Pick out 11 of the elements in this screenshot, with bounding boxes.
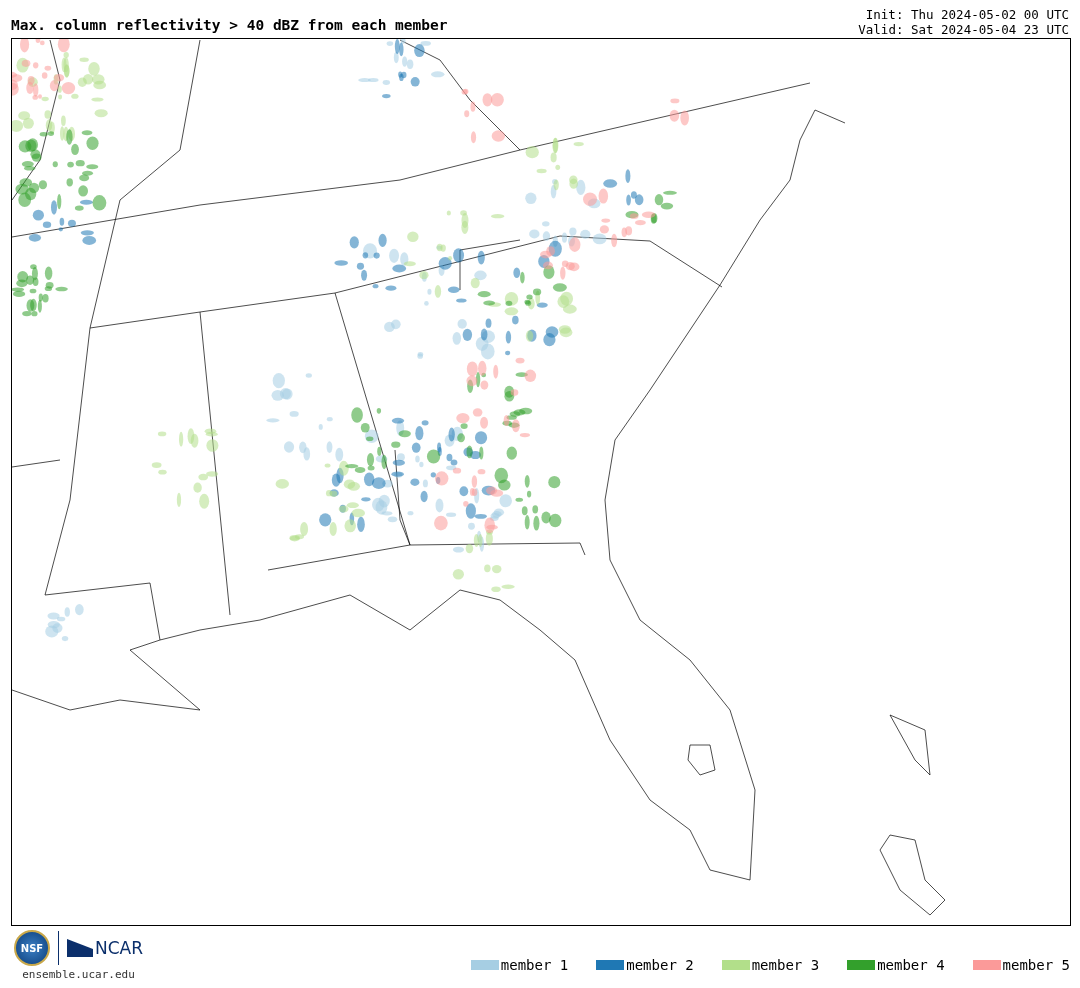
init-time: Init: Thu 2024-05-02 00 UTC [865,7,1069,22]
valid-time: Valid: Sat 2024-05-04 23 UTC [858,22,1069,37]
legend-label: member 5 [1002,957,1070,973]
site-url: ensemble.ucar.edu [22,968,135,981]
legend-label: member 4 [877,957,945,973]
legend-label: member 3 [751,957,820,973]
legend-label: member 1 [500,957,569,973]
ncar-wordmark: NCAR [95,938,144,958]
legend-label: member 2 [626,957,694,973]
nsf-logo: NSF [14,930,50,966]
chart-title: Max. column reflectivity > 40 dBZ from each member [11,17,448,33]
